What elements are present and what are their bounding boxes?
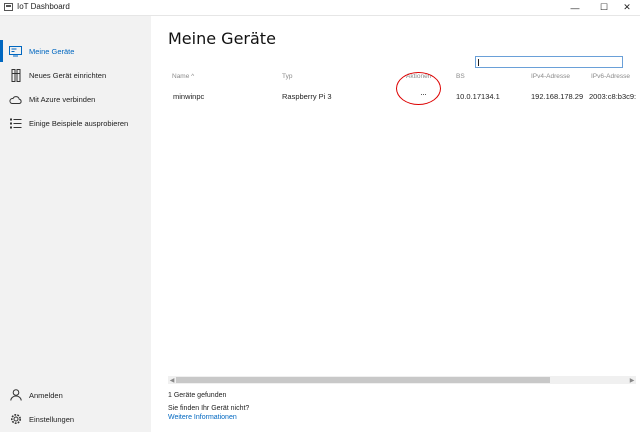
person-icon — [9, 389, 22, 402]
horizontal-scrollbar[interactable]: ◀ ▶ — [168, 376, 636, 384]
sort-ascending-icon: ^ — [191, 73, 195, 80]
column-header-type[interactable]: Typ — [282, 73, 292, 80]
device-count: 1 Geräte gefunden — [168, 392, 227, 399]
help-question: Sie finden Ihr Gerät nicht? — [168, 405, 250, 412]
sidebar-item-label: Einstellungen — [29, 414, 75, 424]
main-content: Meine Geräte Name ^ Typ Aktionen BS IPv4… — [151, 16, 640, 432]
title-bar: IoT Dashboard — ☐ ✕ — [0, 0, 640, 16]
scroll-left-icon[interactable]: ◀ — [168, 376, 176, 384]
device-os: 10.0.17134.1 — [456, 92, 500, 101]
sidebar-item-sign-in[interactable]: Anmelden — [0, 384, 151, 406]
scrollbar-thumb[interactable] — [176, 377, 550, 383]
scroll-right-icon[interactable]: ▶ — [628, 376, 636, 384]
column-header-label: Name — [172, 73, 190, 80]
search-input[interactable] — [480, 57, 620, 67]
app-icon — [4, 3, 13, 11]
more-info-link[interactable]: Weitere Informationen — [168, 414, 237, 421]
gear-icon — [9, 413, 22, 426]
setup-icon — [9, 68, 22, 82]
sidebar-item-label: Mit Azure verbinden — [29, 94, 96, 104]
close-button[interactable]: ✕ — [614, 0, 640, 15]
sidebar-item-label: Einige Beispiele ausprobieren — [29, 118, 129, 128]
search-box[interactable] — [475, 56, 623, 68]
column-header-ipv6[interactable]: IPv6-Adresse — [591, 73, 630, 80]
device-type: Raspberry Pi 3 — [282, 92, 332, 101]
sidebar-item-azure[interactable]: Mit Azure verbinden — [0, 88, 151, 110]
device-name: minwinpc — [173, 92, 205, 101]
list-icon — [9, 117, 22, 130]
sidebar-item-my-devices[interactable]: Meine Geräte — [0, 40, 151, 62]
devices-icon — [9, 45, 22, 58]
sidebar-item-label: Neues Gerät einrichten — [29, 70, 107, 80]
column-header-ipv4[interactable]: IPv4-Adresse — [531, 73, 570, 80]
cloud-icon — [9, 93, 22, 106]
sidebar-item-new-device[interactable]: Neues Gerät einrichten — [0, 64, 151, 86]
minimize-button[interactable]: — — [562, 0, 588, 15]
sidebar-item-label: Anmelden — [29, 390, 63, 400]
page-title: Meine Geräte — [168, 29, 276, 48]
sidebar-item-label: Meine Geräte — [29, 46, 75, 56]
device-ipv4: 192.168.178.29 — [531, 92, 584, 101]
column-header-os[interactable]: BS — [456, 73, 465, 80]
annotation-circle — [396, 72, 441, 105]
column-header-name[interactable]: Name ^ — [172, 73, 194, 80]
sidebar: Meine Geräte Neues Gerät einrichten Mit … — [0, 16, 151, 432]
window-title: IoT Dashboard — [17, 2, 70, 11]
device-ipv6: 2003:c8:b3c9: — [589, 92, 637, 101]
sidebar-item-samples[interactable]: Einige Beispiele ausprobieren — [0, 112, 151, 134]
sidebar-item-settings[interactable]: Einstellungen — [0, 408, 151, 430]
